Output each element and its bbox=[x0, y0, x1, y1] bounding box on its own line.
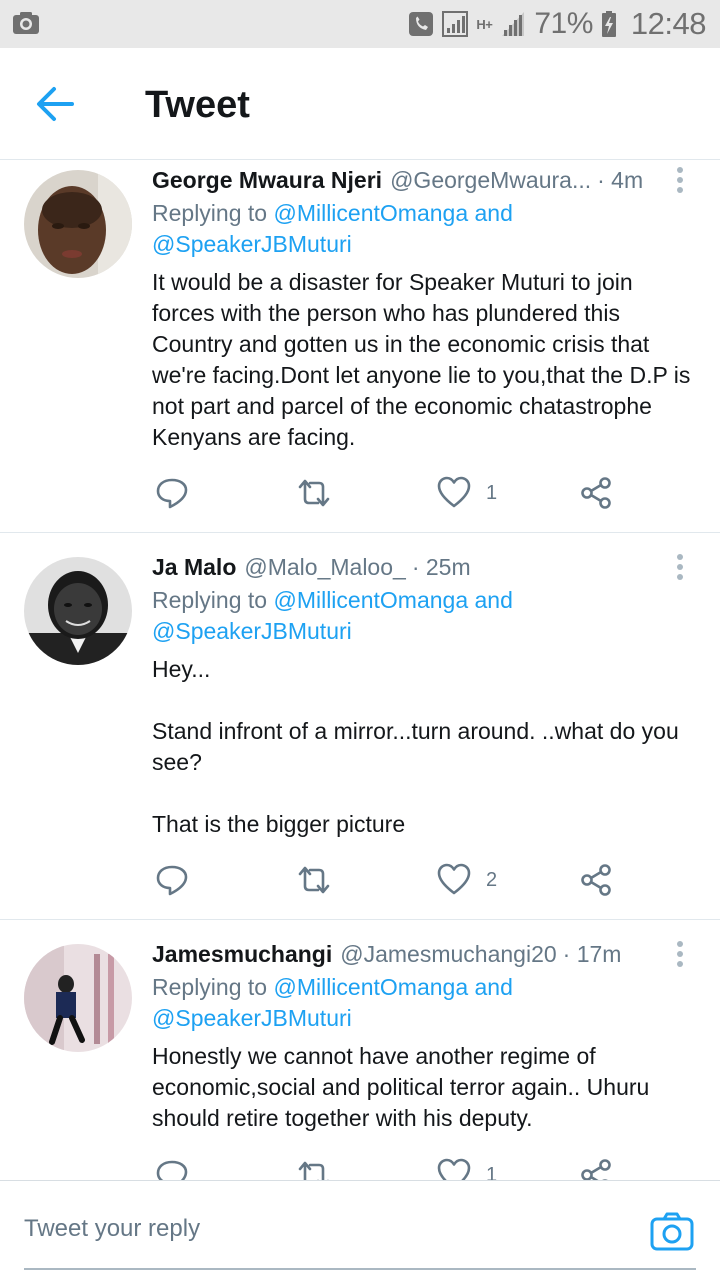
reply-composer: Tweet your reply bbox=[0, 1180, 720, 1280]
reply-icon bbox=[156, 1160, 188, 1180]
retweet-icon bbox=[298, 1161, 329, 1180]
data-signal-icon bbox=[502, 12, 525, 36]
mention-link[interactable]: @SpeakerJBMuturi bbox=[152, 1003, 513, 1034]
like-button[interactable]: 1 bbox=[436, 473, 497, 513]
page-title: Tweet bbox=[145, 84, 250, 126]
replying-prefix: Replying to bbox=[152, 587, 274, 613]
network-type: H+ bbox=[476, 16, 493, 32]
tweet-item[interactable]: Jamesmuchangi @Jamesmuchangi20 · 17m Rep… bbox=[0, 920, 720, 1180]
reply-input[interactable]: Tweet your reply bbox=[24, 1215, 200, 1243]
timestamp: · 25m bbox=[411, 553, 471, 580]
tweet-text: Honestly we cannot have another regime o… bbox=[152, 1043, 650, 1131]
mention-link[interactable]: @MillicentOmanga and bbox=[273, 587, 512, 613]
share-icon bbox=[581, 477, 611, 509]
tweet-header: Jamesmuchangi @Jamesmuchangi20 · 17m bbox=[152, 938, 621, 970]
more-options-icon[interactable] bbox=[668, 938, 692, 970]
tweet-header: Ja Malo @Malo_Maloo_ · 25m bbox=[152, 551, 471, 583]
retweet-icon bbox=[298, 479, 330, 507]
reply-button[interactable] bbox=[154, 473, 190, 513]
app-header: Tweet bbox=[0, 48, 720, 160]
reply-button[interactable] bbox=[154, 860, 190, 900]
replying-to: Replying to @MillicentOmanga and @Speake… bbox=[152, 585, 513, 647]
user-handle[interactable]: @GeorgeMwaura... bbox=[390, 167, 591, 194]
like-button[interactable]: 2 bbox=[436, 860, 497, 900]
display-name[interactable]: Ja Malo bbox=[152, 554, 236, 581]
more-options-icon[interactable] bbox=[668, 551, 692, 583]
share-icon bbox=[581, 1159, 611, 1180]
status-bar: H+ 71% 12:48 bbox=[0, 0, 720, 48]
tweet-item[interactable]: Ja Malo @Malo_Maloo_ · 25m Replying to @… bbox=[0, 533, 720, 920]
display-name[interactable]: George Mwaura Njeri bbox=[152, 167, 382, 194]
battery-charging-icon bbox=[601, 11, 616, 37]
display-name[interactable]: Jamesmuchangi bbox=[152, 941, 332, 968]
camera-icon[interactable] bbox=[650, 1211, 694, 1251]
tweet-item[interactable]: George Mwaura Njeri @GeorgeMwaura... · 4… bbox=[0, 160, 720, 533]
tweet-actions: 2 bbox=[152, 860, 692, 900]
signal-icon bbox=[442, 11, 469, 37]
heart-icon bbox=[437, 863, 471, 895]
retweet-button[interactable] bbox=[296, 1155, 332, 1180]
retweet-button[interactable] bbox=[296, 473, 332, 513]
retweet-icon bbox=[298, 866, 330, 894]
reply-icon bbox=[156, 478, 188, 509]
more-options-icon[interactable] bbox=[668, 164, 692, 196]
reply-list[interactable]: George Mwaura Njeri @GeorgeMwaura... · 4… bbox=[0, 160, 720, 1180]
tweet-actions: 1 bbox=[152, 473, 692, 513]
tweet-text: Hey... Stand infront of a mirror...turn … bbox=[152, 656, 679, 837]
heart-icon bbox=[437, 476, 471, 508]
timestamp: · 17m bbox=[562, 940, 622, 967]
tweet-header: George Mwaura Njeri @GeorgeMwaura... · 4… bbox=[152, 164, 643, 196]
share-button[interactable] bbox=[578, 860, 614, 900]
like-count: 2 bbox=[486, 868, 498, 891]
battery-percent: 71% bbox=[534, 7, 593, 40]
replying-to: Replying to @MillicentOmanga and @Speake… bbox=[152, 198, 513, 260]
reply-icon bbox=[156, 865, 188, 896]
heart-icon bbox=[437, 1158, 471, 1180]
mention-link[interactable]: @SpeakerJBMuturi bbox=[152, 616, 513, 647]
tweet-text: It would be a disaster for Speaker Mutur… bbox=[152, 269, 691, 450]
like-button[interactable]: 1 bbox=[436, 1155, 497, 1180]
timestamp: · 4m bbox=[597, 166, 644, 193]
share-button[interactable] bbox=[578, 1155, 614, 1180]
like-count: 1 bbox=[486, 1163, 498, 1181]
user-handle[interactable]: @Malo_Maloo_ bbox=[244, 554, 405, 581]
clock: 12:48 bbox=[630, 6, 707, 41]
mention-link[interactable]: @SpeakerJBMuturi bbox=[152, 229, 513, 260]
arrow-left-icon[interactable] bbox=[34, 84, 76, 124]
mention-link[interactable]: @MillicentOmanga and bbox=[273, 200, 512, 226]
like-count: 1 bbox=[486, 481, 498, 504]
mention-link[interactable]: @MillicentOmanga and bbox=[273, 974, 512, 1000]
status-icons: H+ 71% 12:48 bbox=[408, 0, 707, 48]
avatar[interactable] bbox=[24, 944, 132, 1052]
share-button[interactable] bbox=[578, 473, 614, 513]
reply-button[interactable] bbox=[154, 1155, 190, 1180]
input-underline bbox=[24, 1268, 696, 1270]
avatar[interactable] bbox=[24, 170, 132, 278]
share-icon bbox=[581, 864, 611, 896]
tweet-actions: 1 bbox=[152, 1155, 692, 1180]
replying-prefix: Replying to bbox=[152, 200, 274, 226]
avatar[interactable] bbox=[24, 557, 132, 665]
user-handle[interactable]: @Jamesmuchangi20 bbox=[340, 941, 556, 968]
camera-icon bbox=[13, 12, 39, 34]
replying-prefix: Replying to bbox=[152, 974, 274, 1000]
replying-to: Replying to @MillicentOmanga and @Speake… bbox=[152, 972, 513, 1034]
phone-call-icon bbox=[409, 12, 434, 36]
retweet-button[interactable] bbox=[296, 860, 332, 900]
